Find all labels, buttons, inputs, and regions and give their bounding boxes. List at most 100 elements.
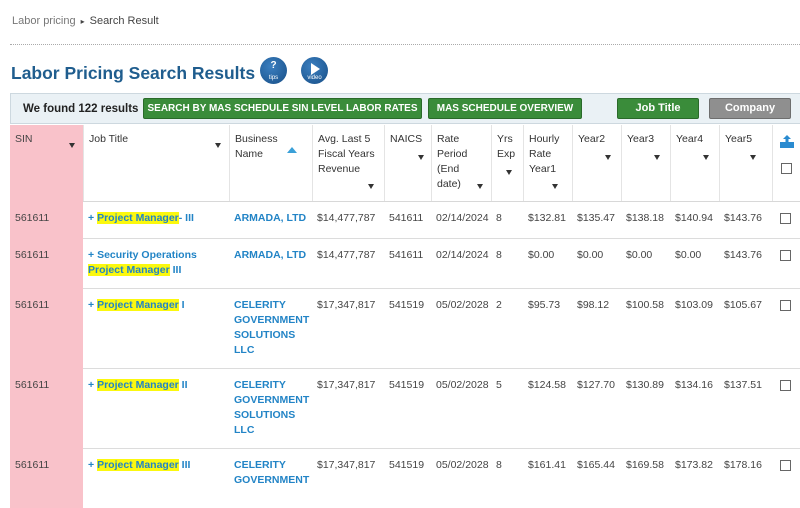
- cell-rate-period: 05/02/2028: [436, 299, 489, 311]
- chevron-down-icon: [654, 155, 660, 160]
- col-year3[interactable]: Year3: [621, 125, 670, 201]
- col-job-title[interactable]: Job Title: [83, 125, 229, 201]
- chevron-down-icon: [506, 170, 512, 175]
- col-naics[interactable]: NAICS: [384, 125, 431, 201]
- col-hourly-rate-year1[interactable]: Hourly Rate Year1: [523, 125, 572, 201]
- cell-year5: $105.67: [724, 299, 762, 311]
- col-rate-period[interactable]: Rate Period (End date): [431, 125, 491, 201]
- job-title-link[interactable]: + Security Operations Project Manager II…: [88, 249, 197, 276]
- col-business-name[interactable]: Business Name: [229, 125, 312, 201]
- job-title-link[interactable]: + Project Manager I: [88, 299, 185, 311]
- job-title-link[interactable]: + Project Manager- III: [88, 212, 194, 224]
- cell-naics: 541611: [389, 249, 424, 261]
- cell-year2: $165.44: [577, 459, 615, 471]
- cell-year1: $161.41: [528, 459, 566, 471]
- cell-revenue: $14,477,787: [317, 212, 376, 224]
- row-checkbox[interactable]: [780, 380, 791, 391]
- chevron-down-icon: [215, 143, 221, 148]
- job-title-part: III: [169, 264, 182, 276]
- table-header: SIN Job Title Business Name Avg. Last 5 …: [10, 125, 800, 202]
- cell-year3: $0.00: [626, 249, 653, 261]
- job-title-link[interactable]: + Project Manager II: [88, 379, 188, 391]
- page-title: Labor Pricing Search Results: [11, 63, 256, 83]
- chevron-down-icon: [69, 143, 75, 148]
- chevron-down-icon: [605, 155, 611, 160]
- cell-job-title[interactable]: + Project Manager II: [83, 368, 229, 448]
- search-highlight: Project Manager: [97, 299, 179, 311]
- row-checkbox[interactable]: [780, 300, 791, 311]
- results-count: We found 122 results: [23, 103, 139, 115]
- cell-rate-period: 05/02/2028: [436, 459, 489, 471]
- tips-button[interactable]: ? tips: [260, 57, 287, 84]
- chevron-down-icon: [477, 184, 483, 189]
- breadcrumb-parent-link[interactable]: Labor pricing: [12, 15, 76, 27]
- breadcrumb: Labor pricing ▸ Search Result: [12, 15, 159, 27]
- cell-year5: $178.16: [724, 459, 762, 471]
- business-name-link[interactable]: CELERITY GOVERNMENT SOLUTIONS LLC: [234, 299, 309, 356]
- business-name-link[interactable]: ARMADA, LTD: [234, 212, 306, 224]
- search-highlight: Project Manager: [88, 264, 170, 276]
- select-all-checkbox[interactable]: [781, 163, 792, 174]
- col-yrs-exp[interactable]: Yrs Exp: [491, 125, 523, 201]
- cell-year4: $0.00: [675, 249, 702, 261]
- chevron-down-icon: [703, 155, 709, 160]
- search-sin-button[interactable]: SEARCH BY MAS SCHEDULE SIN LEVEL LABOR R…: [143, 98, 422, 119]
- business-name-link[interactable]: CELERITY GOVERNMENT SOLUTIONS LLC: [234, 379, 309, 436]
- row-checkbox[interactable]: [780, 460, 791, 471]
- chevron-down-icon: [368, 184, 374, 189]
- cell-year3: $100.58: [626, 299, 664, 311]
- table-row: 561611 + Project Manager- III ARMADA, LTD $…: [10, 201, 800, 239]
- col-sin[interactable]: SIN: [10, 125, 83, 201]
- job-title-part: +: [88, 212, 98, 224]
- cell-sin: 561611: [10, 288, 83, 368]
- cell-business-name: CELERITY GOVERNMENT: [229, 448, 312, 508]
- cell-year4: $103.09: [675, 299, 713, 311]
- cell-sin: 561611: [10, 201, 83, 238]
- cell-job-title[interactable]: + Security Operations Project Manager II…: [83, 238, 229, 288]
- job-title-part: +: [88, 299, 98, 311]
- cell-yrs-exp: 8: [496, 459, 502, 471]
- cell-year2: $127.70: [577, 379, 615, 391]
- play-icon: [311, 63, 320, 75]
- breadcrumb-separator-icon: ▸: [80, 17, 85, 26]
- col-year5[interactable]: Year5: [719, 125, 772, 201]
- cell-revenue: $17,347,817: [317, 459, 376, 471]
- cell-job-title[interactable]: + Project Manager- III: [83, 201, 229, 238]
- cell-job-title[interactable]: + Project Manager I: [83, 288, 229, 368]
- share-export-icon[interactable]: [779, 135, 795, 149]
- question-icon: ?: [270, 60, 277, 71]
- job-title-link[interactable]: + Project Manager III: [88, 459, 190, 471]
- row-checkbox[interactable]: [780, 250, 791, 261]
- chevron-down-icon: [552, 184, 558, 189]
- breadcrumb-current: Search Result: [89, 15, 159, 27]
- job-title-part: +: [88, 249, 98, 261]
- search-highlight: Project Manager: [97, 459, 179, 471]
- col-year2[interactable]: Year2: [572, 125, 621, 201]
- sort-up-icon: [287, 147, 297, 153]
- col-select: [772, 125, 800, 201]
- cell-year5: $137.51: [724, 379, 762, 391]
- job-title-part: III: [178, 459, 191, 471]
- col-avg-revenue[interactable]: Avg. Last 5 Fiscal Years Revenue: [312, 125, 384, 201]
- col-year4[interactable]: Year4: [670, 125, 719, 201]
- cell-naics: 541519: [389, 379, 425, 391]
- cell-business-name: CELERITY GOVERNMENT SOLUTIONS LLC: [229, 368, 312, 448]
- job-title-button[interactable]: Job Title: [617, 98, 699, 119]
- company-button[interactable]: Company: [709, 98, 791, 119]
- cell-naics: 541611: [389, 212, 424, 224]
- cell-yrs-exp: 2: [496, 299, 502, 311]
- row-checkbox[interactable]: [780, 213, 791, 224]
- cell-year4: $140.94: [675, 212, 713, 224]
- cell-year4: $134.16: [675, 379, 713, 391]
- cell-job-title[interactable]: + Project Manager III: [83, 448, 229, 508]
- business-name-link[interactable]: CELERITY GOVERNMENT: [234, 459, 309, 486]
- table-row: 561611 + Project Manager II CELERITY GOVER…: [10, 368, 800, 449]
- business-name-link[interactable]: ARMADA, LTD: [234, 249, 306, 261]
- cell-year1: $132.81: [528, 212, 566, 224]
- cell-naics: 541519: [389, 459, 425, 471]
- video-button[interactable]: video: [301, 57, 328, 84]
- cell-year1: $95.73: [528, 299, 561, 311]
- table-row: 561611 + Project Manager III CELERITY GOVE…: [10, 448, 800, 508]
- schedule-overview-button[interactable]: MAS SCHEDULE OVERVIEW: [428, 98, 582, 119]
- cell-year2: $98.12: [577, 299, 610, 311]
